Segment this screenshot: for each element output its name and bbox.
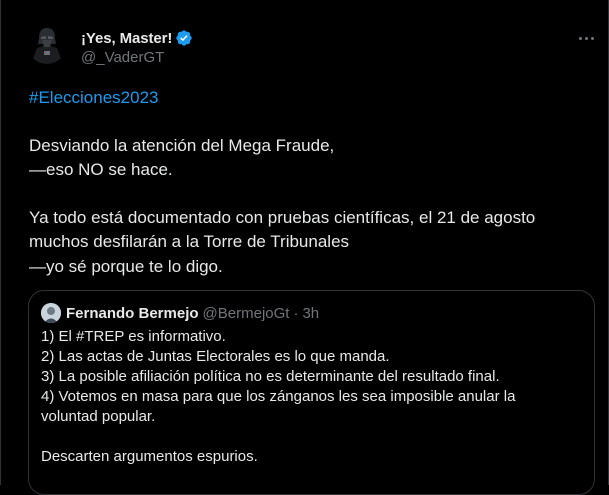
quoted-tweet-card[interactable]: Fernando Bermejo @BermejoGt · 3h 1) El #… xyxy=(28,290,595,495)
quoted-text-line: 1) El #TREP es informativo. xyxy=(41,328,226,345)
author-avatar[interactable] xyxy=(27,24,67,64)
quoted-text-line: 3) La posible afiliación política no es … xyxy=(41,368,500,385)
quoted-text-line: voluntad popular. xyxy=(41,408,156,425)
tweet-text-line: muchos desfilarán a la Torre de Tribunal… xyxy=(29,232,350,251)
more-horizontal-icon[interactable] xyxy=(575,27,597,49)
quoted-text-line: Descarten argumentos espurios. xyxy=(41,448,258,465)
quoted-author-name: Fernando Bermejo xyxy=(66,304,199,322)
tweet-text-line: Desviando la atención del Mega Fraude, xyxy=(29,136,335,155)
quoted-text-line xyxy=(41,427,515,447)
hashtag-link[interactable]: #Elecciones2023 xyxy=(29,86,158,111)
author-display-name[interactable]: ¡Yes, Master! xyxy=(81,30,172,47)
quoted-text-line: 2) Las actas de Juntas Electorales es lo… xyxy=(41,348,390,365)
quoted-author-avatar[interactable] xyxy=(41,303,61,323)
separator-dot: · xyxy=(293,304,299,322)
quoted-tweet-timestamp: 3h xyxy=(302,304,320,322)
tweet-text-line: —yo sé porque te lo digo. xyxy=(29,257,223,276)
author-handle[interactable]: @_VaderGT xyxy=(81,49,164,66)
author-name-row: ¡Yes, Master! xyxy=(81,28,193,48)
tweet-text-line: Ya todo está documentado con pruebas cie… xyxy=(29,208,536,227)
vader-avatar-icon xyxy=(27,24,67,64)
quoted-text-line: 4) Votemos en masa para que los zánganos… xyxy=(41,388,516,405)
person-avatar-icon xyxy=(41,303,61,323)
quoted-author-handle: @BermejoGt xyxy=(202,304,290,322)
verified-badge-icon[interactable] xyxy=(175,29,193,47)
quoted-tweet-text: 1) El #TREP es informativo. 2) Las actas… xyxy=(41,327,515,467)
tweet-card: ¡Yes, Master! @_VaderGT #Elecciones2023 … xyxy=(0,0,609,495)
quoted-tweet-header: Fernando Bermejo @BermejoGt · 3h xyxy=(41,303,319,323)
tweet-text-line: —eso NO se hace. xyxy=(29,160,173,179)
